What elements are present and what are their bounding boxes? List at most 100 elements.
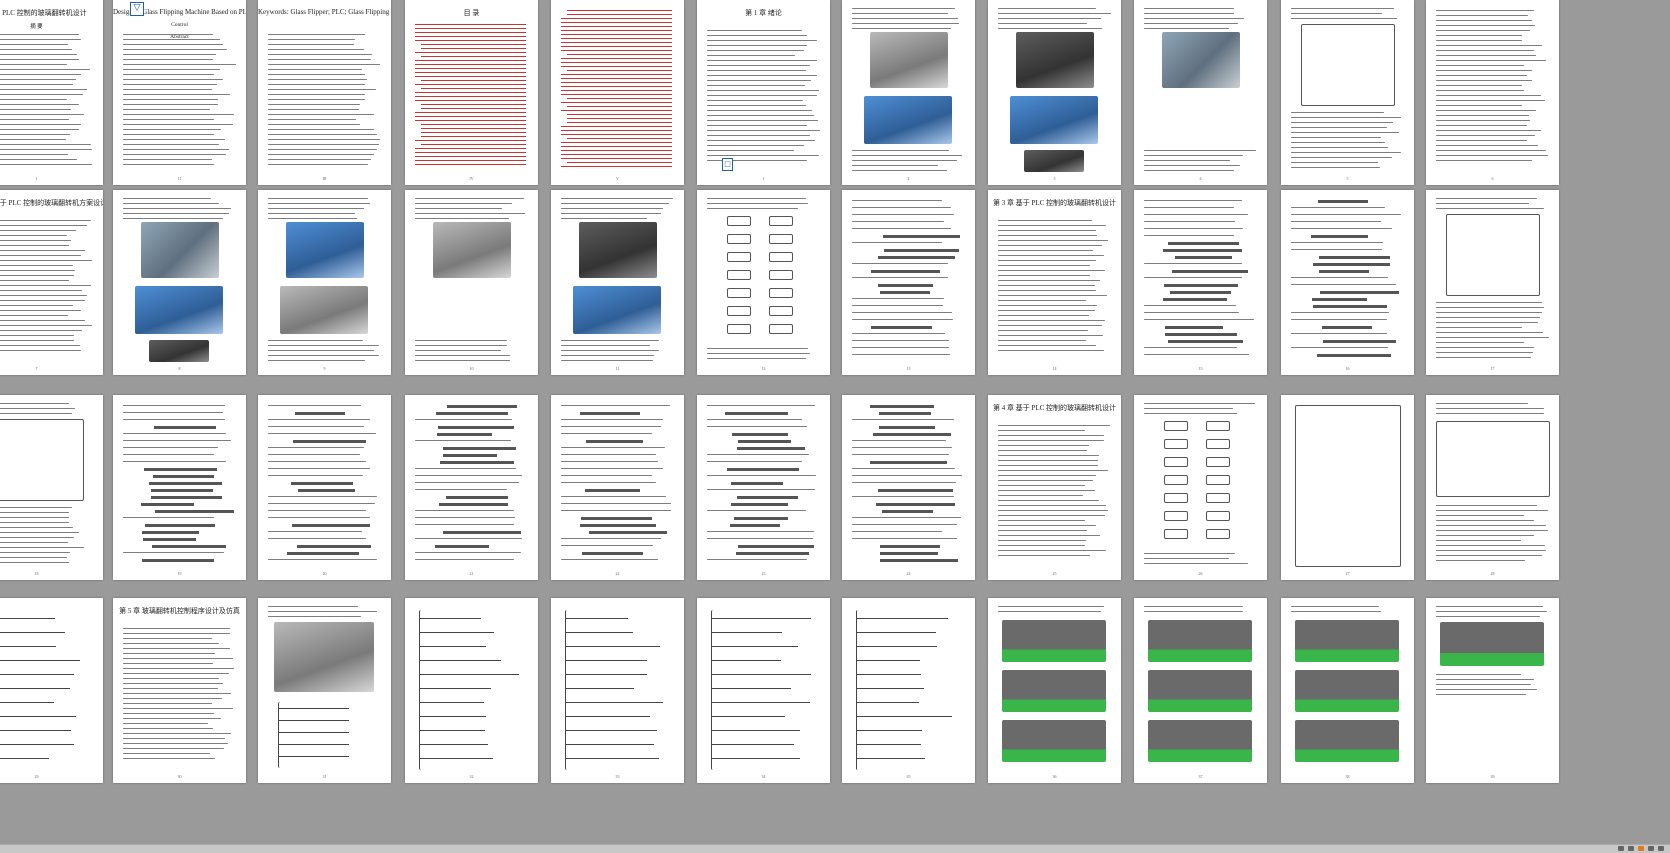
text-line bbox=[1436, 130, 1542, 132]
ladder-diagram bbox=[278, 702, 369, 768]
equation bbox=[879, 291, 931, 294]
equation bbox=[726, 468, 799, 471]
page-thumbnail[interactable]: 32 bbox=[405, 598, 538, 783]
text-line bbox=[0, 74, 82, 76]
toc-entry bbox=[561, 22, 672, 23]
text-line bbox=[1291, 284, 1397, 286]
page-thumbnail[interactable]: 目 录 IV bbox=[405, 0, 538, 185]
page-thumbnail[interactable]: 3 bbox=[988, 0, 1121, 185]
page-thumbnail[interactable]: 24 bbox=[842, 395, 975, 580]
page-thumbnail[interactable]: 21 bbox=[405, 395, 538, 580]
text-line bbox=[268, 350, 375, 352]
text-line bbox=[1291, 112, 1385, 114]
page-thumbnail[interactable]: 17 bbox=[1426, 190, 1559, 375]
text-line bbox=[415, 355, 510, 357]
page-thumbnail-grid[interactable]: 基于 PLC 控制的玻璃翻转机设计摘 要 I Design of Glass Fli… bbox=[0, 0, 1670, 853]
text-line bbox=[123, 154, 227, 156]
page-thumbnail[interactable]: V bbox=[551, 0, 684, 185]
text-line bbox=[1144, 263, 1242, 265]
page-thumbnail[interactable]: 5 bbox=[1281, 0, 1414, 185]
text-line bbox=[123, 693, 232, 695]
page-thumbnail[interactable]: 13 bbox=[842, 190, 975, 375]
page-thumbnail[interactable]: 6 bbox=[1426, 0, 1559, 185]
ladder-rung bbox=[857, 730, 923, 731]
figure-image bbox=[286, 222, 364, 278]
page-thumbnail[interactable]: Keywords: Glass Flipper; PLC; Glass Flip… bbox=[258, 0, 391, 185]
text-line bbox=[707, 208, 798, 210]
page-thumbnail[interactable]: 8 bbox=[113, 190, 246, 375]
page-thumbnail[interactable]: 16 bbox=[1281, 190, 1414, 375]
equation bbox=[154, 510, 235, 513]
ladder-rung bbox=[420, 674, 519, 675]
text-line bbox=[268, 39, 356, 41]
page-thumbnail[interactable]: 22 bbox=[551, 395, 684, 580]
figure-image bbox=[1016, 32, 1094, 88]
text-line bbox=[998, 606, 1105, 608]
page-thumbnail[interactable]: 33 bbox=[551, 598, 684, 783]
text-line bbox=[268, 69, 362, 71]
tray-icon[interactable] bbox=[1628, 846, 1634, 851]
page-thumbnail[interactable]: 34 bbox=[697, 598, 830, 783]
page-thumbnail[interactable]: 4 bbox=[1134, 0, 1267, 185]
page-thumbnail[interactable]: 20 bbox=[258, 395, 391, 580]
page-thumbnail[interactable]: 2 bbox=[842, 0, 975, 185]
system-tray bbox=[1618, 846, 1664, 851]
page-thumbnail[interactable]: 39 bbox=[1426, 598, 1559, 783]
text-line bbox=[998, 490, 1095, 492]
text-line bbox=[1144, 319, 1254, 321]
text-line bbox=[852, 482, 957, 484]
text-line bbox=[1144, 28, 1230, 30]
document-icon[interactable]: □ bbox=[722, 158, 733, 171]
equation bbox=[873, 433, 951, 436]
text-line bbox=[561, 405, 670, 407]
text-line bbox=[852, 319, 953, 321]
page-thumbnail[interactable]: 第 2 章 基于 PLC 控制的玻璃翻转机方案设计 7 bbox=[0, 190, 103, 375]
page-thumbnail[interactable]: 38 bbox=[1281, 598, 1414, 783]
page-thumbnail[interactable]: 10 bbox=[405, 190, 538, 375]
text-line bbox=[852, 155, 962, 157]
tray-icon[interactable] bbox=[1618, 846, 1624, 851]
text-line bbox=[0, 240, 71, 242]
page-thumbnail[interactable]: 12 bbox=[697, 190, 830, 375]
page-thumbnail[interactable]: 11 bbox=[551, 190, 684, 375]
page-thumbnail[interactable]: 36 bbox=[988, 598, 1121, 783]
text-line bbox=[1436, 322, 1538, 324]
flowchart-box bbox=[1164, 529, 1188, 539]
text-line bbox=[561, 218, 648, 220]
ladder-rung bbox=[0, 716, 76, 717]
tray-icon[interactable] bbox=[1648, 846, 1654, 851]
page-thumbnail[interactable]: 15 bbox=[1134, 190, 1267, 375]
text-line bbox=[561, 454, 656, 456]
toc-entry bbox=[561, 134, 672, 135]
page-thumbnail[interactable]: 31 bbox=[258, 598, 391, 783]
page-thumbnail[interactable]: 18 bbox=[0, 395, 103, 580]
page-thumbnail[interactable]: 第 1 章 绪论 1 bbox=[697, 0, 830, 185]
page-thumbnail[interactable]: 19 bbox=[113, 395, 246, 580]
page-thumbnail[interactable]: 26 bbox=[1134, 395, 1267, 580]
page-thumbnail[interactable]: Design of Glass Flipping Machine Based o… bbox=[113, 0, 246, 185]
text-line bbox=[0, 330, 82, 332]
bookmark-icon[interactable]: ▽ bbox=[130, 2, 144, 16]
text-line bbox=[268, 503, 375, 505]
page-thumbnail[interactable]: 23 bbox=[697, 395, 830, 580]
page-thumbnail[interactable]: 27 bbox=[1281, 395, 1414, 580]
page-thumbnail[interactable]: 第 3 章 基于 PLC 控制的玻璃翻转机设计 14 bbox=[988, 190, 1121, 375]
page-thumbnail[interactable]: 28 bbox=[1426, 395, 1559, 580]
page-number: 31 bbox=[322, 774, 327, 779]
page-number: V bbox=[616, 176, 619, 181]
page-thumbnail[interactable]: 基于 PLC 控制的玻璃翻转机设计摘 要 I bbox=[0, 0, 103, 185]
page-thumbnail[interactable]: 29 bbox=[0, 598, 103, 783]
page-thumbnail[interactable]: 第 5 章 玻璃翻转机控制程序设计及仿真 30 bbox=[113, 598, 246, 783]
ladder-rung bbox=[0, 744, 75, 745]
tray-icon[interactable] bbox=[1658, 846, 1664, 851]
text-line bbox=[707, 419, 802, 421]
page-thumbnail[interactable]: 37 bbox=[1134, 598, 1267, 783]
page-number: 16 bbox=[1345, 366, 1350, 371]
page-thumbnail[interactable]: 9 bbox=[258, 190, 391, 375]
page-thumbnail[interactable]: 第 4 章 基于 PLC 控制的玻璃翻转机设计 25 bbox=[988, 395, 1121, 580]
text-line bbox=[852, 263, 949, 265]
text-line bbox=[123, 164, 215, 166]
tray-icon[interactable] bbox=[1638, 846, 1644, 851]
page-thumbnail[interactable]: 35 bbox=[842, 598, 975, 783]
text-line bbox=[1436, 15, 1528, 17]
